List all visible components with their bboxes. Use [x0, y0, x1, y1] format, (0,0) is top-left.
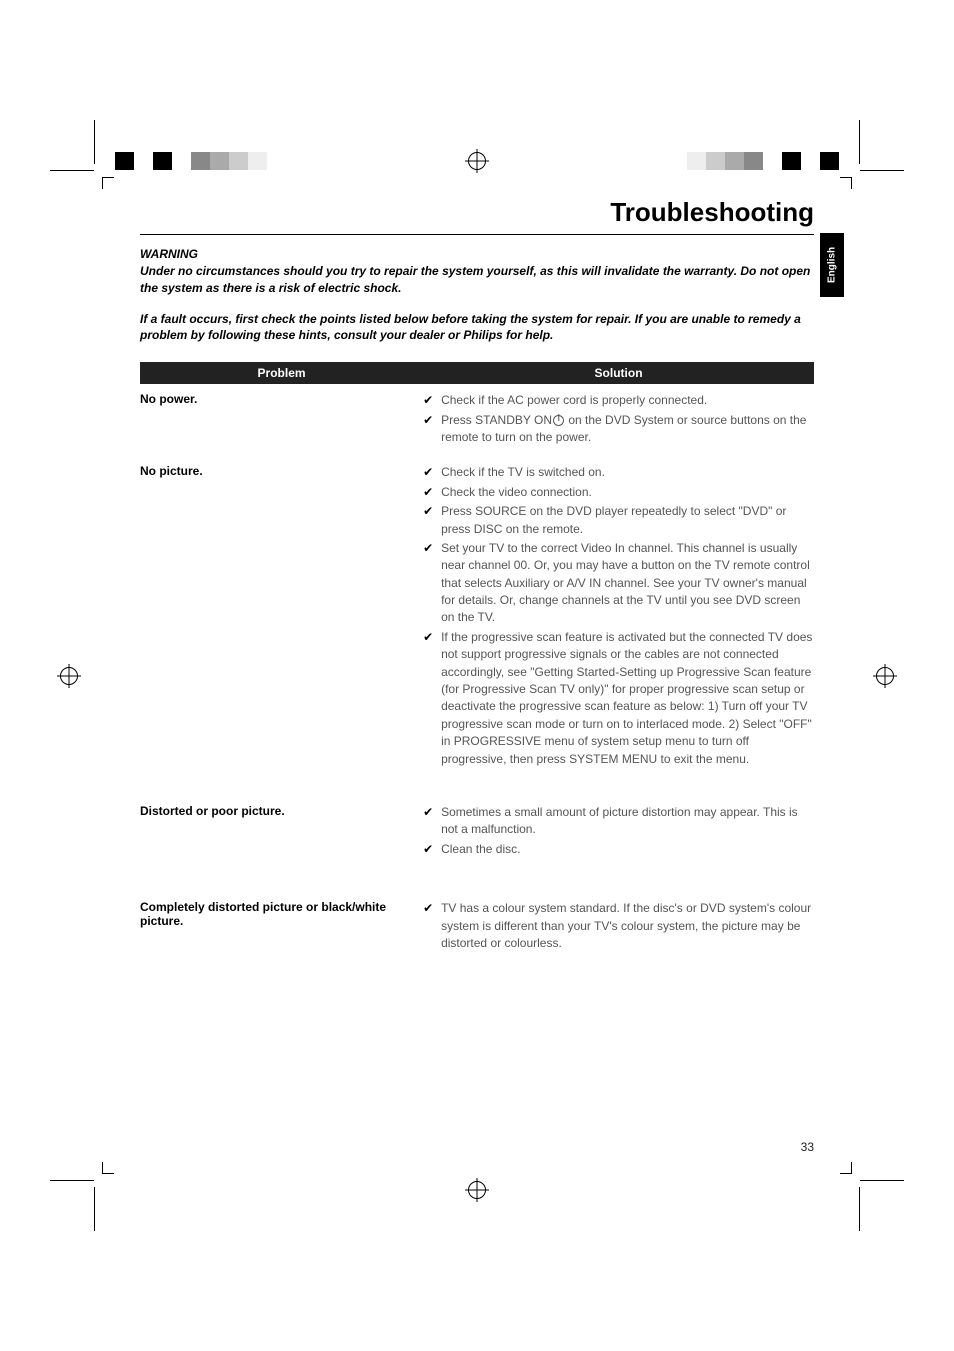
header-solution: Solution — [423, 362, 814, 384]
page-title: Troubleshooting — [140, 197, 814, 234]
crop-mark — [859, 120, 860, 164]
crop-mark — [102, 177, 114, 189]
crop-mark — [50, 170, 94, 171]
crop-mark — [94, 120, 95, 164]
solution-item: TV has a colour system standard. If the … — [423, 900, 814, 952]
language-tab: English — [820, 233, 844, 297]
content-area: Troubleshooting English WARNING Under no… — [140, 197, 814, 1154]
warning-text: Under no circumstances should you try to… — [140, 263, 814, 297]
crop-mark — [860, 1180, 904, 1181]
divider — [140, 234, 814, 235]
problem-label: Completely distorted picture or black/wh… — [140, 900, 423, 954]
problem-label: No picture. — [140, 464, 423, 770]
table-row: No power. Check if the AC power cord is … — [140, 384, 814, 456]
calibration-bars — [687, 152, 839, 170]
crop-mark — [102, 1162, 114, 1174]
problem-label: No power. — [140, 392, 423, 448]
solution-item: Clean the disc. — [423, 841, 814, 858]
crop-mark — [840, 1162, 852, 1174]
power-icon — [553, 415, 564, 426]
solution-item: Check the video connection. — [423, 484, 814, 501]
problem-label: Distorted or poor picture. — [140, 804, 423, 860]
warning-text: If a fault occurs, first check the point… — [140, 311, 814, 345]
crop-mark — [50, 1180, 94, 1181]
solution-item: Press SOURCE on the DVD player repeatedl… — [423, 503, 814, 538]
crop-mark — [840, 177, 852, 189]
crop-mark — [859, 1187, 860, 1231]
calibration-bars — [115, 152, 267, 170]
registration-mark-icon — [876, 667, 894, 685]
solution-cell: Sometimes a small amount of picture dist… — [423, 804, 814, 860]
solution-item: Press STANDBY ON on the DVD System or so… — [423, 412, 814, 447]
page: Troubleshooting English WARNING Under no… — [0, 0, 954, 1351]
table-header: Problem Solution — [140, 362, 814, 384]
solution-item: If the progressive scan feature is activ… — [423, 629, 814, 768]
crop-mark — [860, 170, 904, 171]
troubleshooting-table: Problem Solution No power. Check if the … — [140, 362, 814, 962]
warning-heading: WARNING — [140, 247, 814, 261]
table-row: Completely distorted picture or black/wh… — [140, 892, 814, 962]
solution-cell: Check if the AC power cord is properly c… — [423, 392, 814, 448]
solution-cell: TV has a colour system standard. If the … — [423, 900, 814, 954]
solution-item: Check if the AC power cord is properly c… — [423, 392, 814, 409]
table-row: No picture. Check if the TV is switched … — [140, 456, 814, 778]
solution-cell: Check if the TV is switched on. Check th… — [423, 464, 814, 770]
solution-item: Set your TV to the correct Video In chan… — [423, 540, 814, 627]
solution-item: Check if the TV is switched on. — [423, 464, 814, 481]
registration-mark-icon — [468, 1181, 486, 1199]
registration-mark-icon — [60, 667, 78, 685]
registration-mark-icon — [468, 152, 486, 170]
page-number: 33 — [801, 1140, 814, 1154]
solution-item: Sometimes a small amount of picture dist… — [423, 804, 814, 839]
crop-mark — [94, 1187, 95, 1231]
table-row: Distorted or poor picture. Sometimes a s… — [140, 796, 814, 868]
header-problem: Problem — [140, 362, 423, 384]
